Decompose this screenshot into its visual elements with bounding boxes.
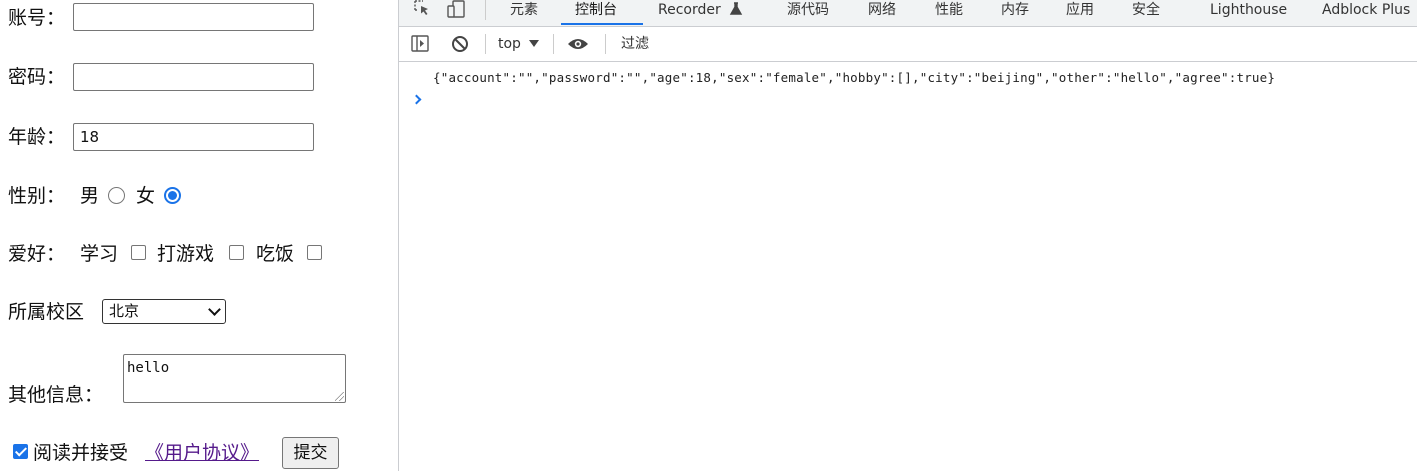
toolbar-separator [485,34,486,54]
toolbar-separator [553,34,554,54]
age-label: 年龄： [8,126,66,148]
tab-sources[interactable]: 源代码 [787,0,829,20]
other-info-textarea[interactable]: hello [123,354,346,403]
agree-text: 阅读并接受 [33,442,129,464]
hobby-eat-checkbox[interactable] [307,245,322,260]
password-label: 密码： [8,66,66,88]
devtools-panel: 元素 控制台 Recorder 源代码 网络 性能 内存 应用 安全 Light… [398,0,1417,471]
tab-application[interactable]: 应用 [1066,0,1094,20]
user-agreement-link[interactable]: 《用户协议》 [145,441,259,465]
tab-performance[interactable]: 性能 [935,0,963,20]
context-selector-label[interactable]: top [498,34,521,54]
tab-security[interactable]: 安全 [1132,0,1160,20]
resize-grip-icon[interactable] [335,392,344,401]
console-toolbar: top 过滤 [399,27,1417,62]
tab-recorder[interactable]: Recorder [658,0,721,20]
sex-label: 性别： [8,185,66,207]
tab-adblock-plus[interactable]: Adblock Plus [1322,0,1410,20]
console-output-area: {"account":"","password":"","age":18,"se… [399,62,1417,471]
tab-separator [485,0,486,20]
tab-lighthouse[interactable]: Lighthouse [1210,0,1287,20]
inspect-element-icon[interactable] [413,0,431,18]
hobby-study-checkbox[interactable] [131,245,146,260]
age-input[interactable]: 18 [73,123,314,151]
sex-male-radio[interactable] [108,187,125,204]
sex-female-label: 女 [136,185,156,207]
tab-memory[interactable]: 内存 [1001,0,1029,20]
filter-input[interactable]: 过滤 [621,34,649,54]
sex-male-label: 男 [80,185,100,207]
hobby-eat-label: 吃饭 [256,243,295,265]
tab-network[interactable]: 网络 [868,0,896,20]
form-page: 账号： 密码： 年龄： 18 性别： 男 女 爱好： 学习 打游戏 吃饭 所属校… [0,0,398,471]
flask-icon [729,2,743,15]
campus-select[interactable]: 北京 [102,299,226,324]
account-label: 账号： [8,7,66,29]
hobby-game-label: 打游戏 [157,243,215,265]
console-log-line: {"account":"","password":"","age":18,"se… [433,70,1276,85]
sex-female-radio[interactable] [164,187,181,204]
other-info-value: hello [127,360,170,376]
console-prompt-icon[interactable] [411,94,422,105]
password-input[interactable] [73,63,314,91]
active-tab-indicator [561,23,643,25]
eye-icon[interactable] [567,37,589,51]
tab-console[interactable]: 控制台 [575,0,617,20]
submit-button[interactable]: 提交 [282,437,339,469]
campus-selected-value: 北京 [109,302,140,320]
caret-down-icon[interactable] [529,40,539,48]
chevron-down-icon [208,303,221,316]
sidebar-toggle-icon[interactable] [411,35,429,52]
tab-elements[interactable]: 元素 [510,0,538,20]
campus-label: 所属校区 [8,301,85,323]
toolbar-separator [605,34,606,54]
hobby-label: 爱好： [8,243,66,265]
device-toolbar-icon[interactable] [447,0,467,18]
hobby-study-label: 学习 [80,243,119,265]
hobby-game-checkbox[interactable] [229,245,244,260]
agree-checkbox[interactable] [13,444,28,459]
devtools-tab-bar: 元素 控制台 Recorder 源代码 网络 性能 内存 应用 安全 Light… [399,0,1417,27]
account-input[interactable] [73,3,314,31]
clear-console-icon[interactable] [451,35,469,53]
other-info-label: 其他信息： [8,384,104,406]
